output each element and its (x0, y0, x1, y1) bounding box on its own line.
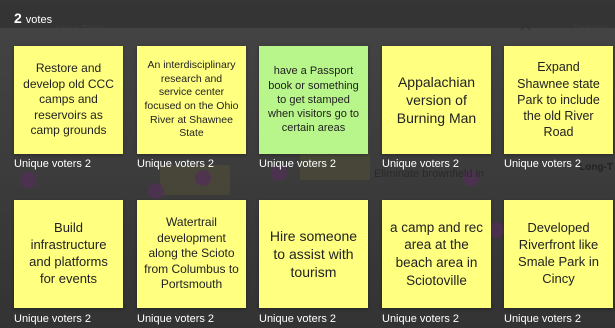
unique-voters: Unique voters 2 (14, 313, 92, 325)
close-icon[interactable]: ✕ (519, 19, 532, 35)
idea-card[interactable]: Developed Riverfront like Smale Park in … (504, 200, 613, 308)
tab-portsmouth: Portsmo (573, 24, 611, 35)
idea-card-text: Appalachian version of Burning Man (396, 73, 477, 127)
vote-count: 2 votes (14, 10, 52, 28)
tab-long-term: Long-Term (56, 24, 104, 35)
vote-count-label: votes (25, 14, 53, 26)
idea-card-text: Restore and develop old CCC camps and re… (23, 61, 114, 138)
idea-card-text: Expand Shawnee state Park to include the… (517, 60, 600, 140)
idea-card-text: An interdisciplinary research and servic… (144, 59, 239, 140)
idea-card[interactable]: Expand Shawnee state Park to include the… (504, 46, 613, 154)
unique-voters: Unique voters 2 (382, 158, 460, 170)
unique-voters: Unique voters 2 (259, 313, 337, 325)
idea-card-text: Developed Riverfront like Smale Park in … (518, 220, 599, 286)
unique-voters: Unique voters 2 (14, 158, 92, 170)
idea-card[interactable]: Appalachian version of Burning Man (382, 46, 491, 154)
unique-voters: Unique voters 2 (504, 158, 582, 170)
unique-voters: Unique voters 2 (504, 313, 582, 325)
idea-card[interactable]: have a Passport book or something to get… (259, 46, 368, 154)
idea-card-text: a camp and rec area at the beach area in… (389, 219, 484, 288)
unique-voters: Unique voters 2 (137, 313, 215, 325)
idea-card-text: Hire someone to assist with tourism (269, 227, 358, 281)
unique-voters: Unique voters 2 (137, 158, 215, 170)
idea-card[interactable]: Restore and develop old CCC camps and re… (14, 46, 123, 154)
idea-card[interactable]: Watertrail development along the Scioto … (137, 200, 246, 308)
unique-voters: Unique voters 2 (382, 313, 460, 325)
idea-card-text: Build infrastructure and platforms for e… (29, 220, 108, 286)
idea-card[interactable]: An interdisciplinary research and servic… (137, 46, 246, 154)
side-label: Long-T (579, 162, 613, 173)
unique-voters: Unique voters 2 (259, 158, 337, 170)
idea-card[interactable]: a camp and rec area at the beach area in… (382, 200, 491, 308)
idea-card[interactable]: Build infrastructure and platforms for e… (14, 200, 123, 308)
vote-count-number: 2 (14, 10, 22, 26)
idea-card[interactable]: Hire someone to assist with tourism (259, 200, 368, 308)
idea-card-text: have a Passport book or something to get… (267, 65, 360, 135)
idea-card-text: Watertrail development along the Scioto … (144, 215, 239, 292)
